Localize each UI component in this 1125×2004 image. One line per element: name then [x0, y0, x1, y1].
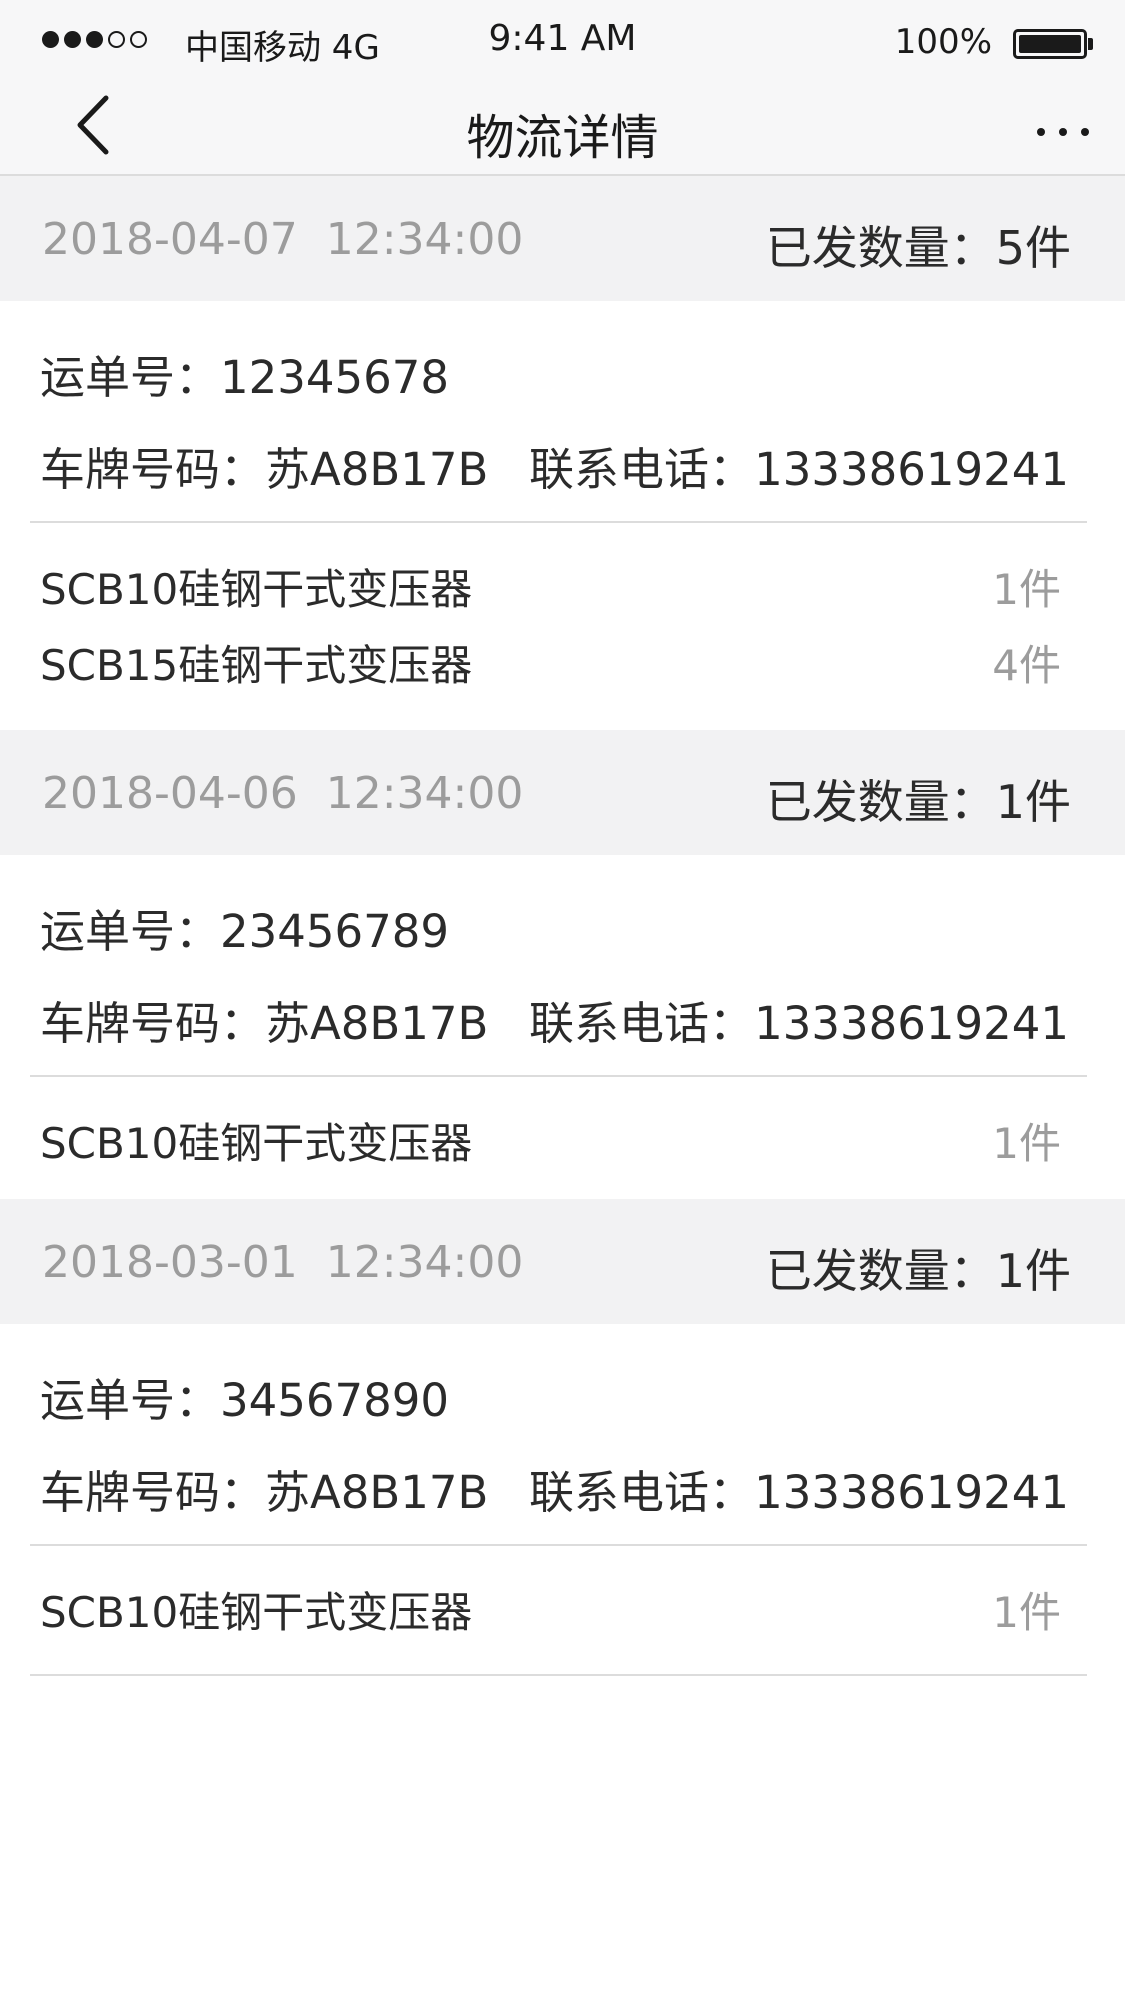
logistics-record: 2018-04-06 12:34:00 已发数量：1件 运单号：23456789…	[0, 730, 1125, 1199]
shipped-count: 已发数量：1件	[765, 1244, 1071, 1298]
plate-number: 车牌号码：苏A8B17B	[40, 997, 489, 1050]
contact-phone[interactable]: 联系电话：13338619241	[529, 987, 1069, 1052]
item-quantity: 4件	[992, 641, 1061, 690]
plate-number: 车牌号码：苏A8B17B	[40, 1466, 489, 1519]
record-header: 2018-04-06 12:34:00 已发数量：1件	[0, 730, 1125, 855]
list-item: SCB10硅钢干式变压器 1件	[40, 556, 1061, 616]
item-quantity: 1件	[992, 565, 1061, 614]
waybill-number: 运单号：12345678	[40, 351, 450, 404]
record-body: 运单号：34567890 车牌号码：苏A8B17B 联系电话：133386192…	[0, 1324, 1125, 1668]
waybill-number: 运单号：23456789	[40, 905, 450, 958]
divider	[30, 1544, 1087, 1546]
logistics-list: 2018-04-07 12:34:00 已发数量：5件 运单号：12345678…	[0, 176, 1125, 1676]
item-name: SCB10硅钢干式变压器	[40, 1119, 473, 1168]
shipped-count: 已发数量：1件	[765, 775, 1071, 829]
battery-icon	[1013, 29, 1087, 59]
status-bar: 中国移动 4G 9:41 AM 100%	[0, 0, 1125, 80]
battery-tip	[1088, 38, 1093, 50]
item-quantity: 1件	[992, 1588, 1061, 1637]
plate-number: 车牌号码：苏A8B17B	[40, 443, 489, 496]
page-title: 物流详情	[466, 110, 659, 166]
item-name: SCB10硅钢干式变压器	[40, 565, 473, 614]
record-datetime: 2018-04-06 12:34:00	[42, 768, 524, 819]
item-name: SCB15硅钢干式变压器	[40, 641, 473, 690]
record-datetime: 2018-03-01 12:34:00	[42, 1237, 524, 1288]
divider	[30, 521, 1087, 523]
logistics-record: 2018-03-01 12:34:00 已发数量：1件 运单号：34567890…	[0, 1199, 1125, 1668]
waybill-number: 运单号：34567890	[40, 1374, 450, 1427]
contact-phone[interactable]: 联系电话：13338619241	[529, 1456, 1069, 1521]
more-options-button[interactable]	[1037, 128, 1089, 136]
contact-phone[interactable]: 联系电话：13338619241	[529, 433, 1069, 498]
more-dots-icon	[1037, 128, 1045, 136]
item-quantity: 1件	[992, 1119, 1061, 1168]
battery-percentage: 100%	[894, 22, 992, 62]
shipped-count: 已发数量：5件	[765, 221, 1071, 275]
record-header: 2018-03-01 12:34:00 已发数量：1件	[0, 1199, 1125, 1324]
record-datetime: 2018-04-07 12:34:00	[42, 214, 524, 265]
record-body: 运单号：23456789 车牌号码：苏A8B17B 联系电话：133386192…	[0, 855, 1125, 1199]
divider	[30, 1075, 1087, 1077]
list-item: SCB10硅钢干式变压器 1件	[40, 1579, 1061, 1639]
record-header: 2018-04-07 12:34:00 已发数量：5件	[0, 176, 1125, 301]
record-body: 运单号：12345678 车牌号码：苏A8B17B 联系电话：133386192…	[0, 301, 1125, 730]
logistics-record: 2018-04-07 12:34:00 已发数量：5件 运单号：12345678…	[0, 176, 1125, 730]
list-item: SCB15硅钢干式变压器 4件	[40, 632, 1061, 692]
divider	[30, 1674, 1087, 1676]
nav-bar: 物流详情	[0, 80, 1125, 176]
item-name: SCB10硅钢干式变压器	[40, 1588, 473, 1637]
list-item: SCB10硅钢干式变压器 1件	[40, 1110, 1061, 1170]
